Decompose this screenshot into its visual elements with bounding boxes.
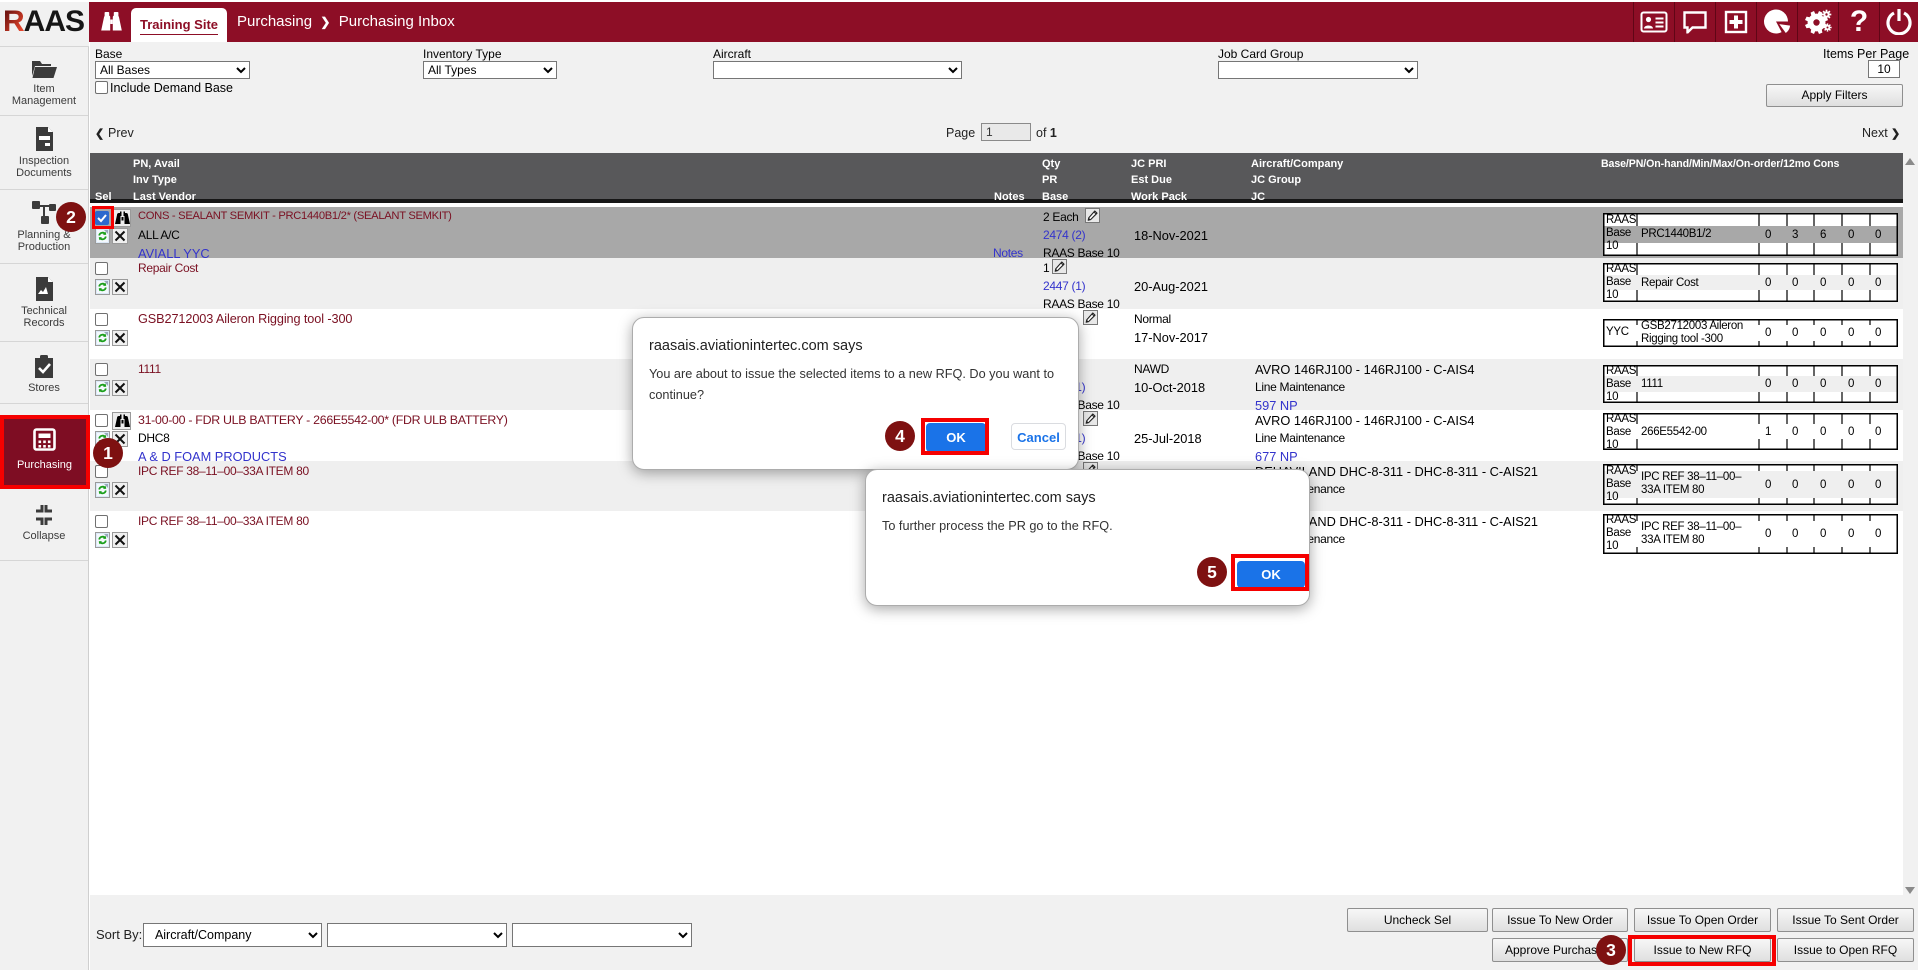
svg-text:?: ?	[1850, 7, 1868, 37]
